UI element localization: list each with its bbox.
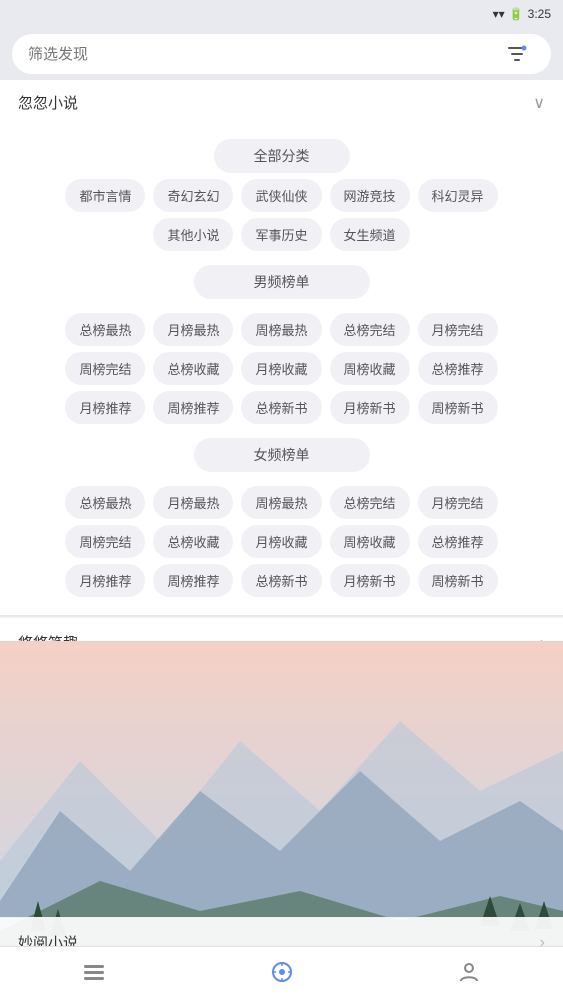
tag-m-zong-tj[interactable]: 总榜推荐 (418, 352, 498, 385)
filter-icon (506, 43, 528, 65)
section-item-lingmao[interactable]: 灵猫小说 › (0, 667, 563, 717)
section-item-title-bikan: 必看悦读 (18, 832, 78, 853)
female-tags-row-2: 周榜完结 总榜收藏 月榜收藏 周榜收藏 总榜推荐 (12, 525, 551, 558)
section-item-huasheng[interactable]: 花生小说 › (0, 767, 563, 817)
chevron-right-icon-bikan: › (540, 834, 545, 852)
main-tags-row-1: 都市言情 奇幻玄幻 武侠仙侠 网游竞技 科幻灵异 (12, 179, 551, 212)
tag-f-zong-re[interactable]: 总榜最热 (65, 486, 145, 519)
tag-kehuan[interactable]: 科幻灵异 (418, 179, 498, 212)
chevron-right-icon-lingmao: › (540, 684, 545, 702)
search-bar (12, 34, 551, 74)
tag-m-zong-xs[interactable]: 总榜新书 (241, 391, 321, 424)
all-category-row: 全部分类 (12, 139, 551, 173)
search-input[interactable] (28, 46, 491, 63)
chevron-right-icon-tao: › (540, 884, 545, 902)
expanded-section: 忽忽小说 ∨ 全部分类 都市言情 奇幻玄幻 武侠仙侠 网游竞技 科幻灵异 其他小… (0, 80, 563, 615)
section-item-title-tao: 淘小说 (18, 882, 63, 903)
chevron-right-icon-fanshu: › (540, 734, 545, 752)
tag-wangyou[interactable]: 网游竞技 (330, 179, 410, 212)
tag-f-zhou-sc[interactable]: 周榜收藏 (330, 525, 410, 558)
male-tags-row-3: 月榜推荐 周榜推荐 总榜新书 月榜新书 周榜新书 (12, 391, 551, 424)
male-tags-row-1: 总榜最热 月榜最热 周榜最热 总榜完结 月榜完结 (12, 313, 551, 346)
chevron-right-icon-miaoyue: › (540, 934, 545, 947)
tag-junshi[interactable]: 军事历史 (241, 218, 321, 251)
tag-wuxia[interactable]: 武侠仙侠 (241, 179, 321, 212)
section-item-title-miaoyue: 妙阅小说 (18, 932, 78, 946)
female-tags-row-1: 总榜最热 月榜最热 周榜最热 总榜完结 月榜完结 (12, 486, 551, 519)
time-display: 3:25 (528, 7, 551, 21)
section-item-title-fanshu: 番薯小说 (18, 732, 78, 753)
tag-f-zhou-xs[interactable]: 周榜新书 (418, 564, 498, 597)
male-section-label: 男频榜单 (194, 265, 370, 299)
tag-m-yue-wanj[interactable]: 月榜完结 (418, 313, 498, 346)
section-item-bikan[interactable]: 必看悦读 › (0, 817, 563, 867)
tag-m-zhou-sc[interactable]: 周榜收藏 (330, 352, 410, 385)
tag-dushi[interactable]: 都市言情 (65, 179, 145, 212)
nav-item-profile[interactable] (375, 947, 563, 1002)
tag-all-category[interactable]: 全部分类 (214, 139, 350, 173)
tags-container: 全部分类 都市言情 奇幻玄幻 武侠仙侠 网游竞技 科幻灵异 其他小说 军事历史 … (0, 125, 563, 615)
battery-icon: 🔋 (509, 7, 524, 21)
tag-f-zhou-tj[interactable]: 周榜推荐 (153, 564, 233, 597)
profile-icon (456, 959, 482, 991)
male-tags-row-2: 周榜完结 总榜收藏 月榜收藏 周榜收藏 总榜推荐 (12, 352, 551, 385)
discover-icon (269, 959, 295, 991)
bottom-nav (0, 946, 563, 1002)
male-section-wrapper: 男频榜单 (12, 257, 551, 307)
section-item-title-youyou: 悠悠笔趣 (18, 632, 78, 653)
chevron-down-icon: ∨ (533, 93, 545, 113)
female-section-wrapper: 女频榜单 (12, 430, 551, 480)
nav-item-shelf[interactable] (0, 947, 188, 1002)
tag-m-zong-wanj[interactable]: 总榜完结 (330, 313, 410, 346)
tag-m-zhou-tj[interactable]: 周榜推荐 (153, 391, 233, 424)
shelf-icon (81, 959, 107, 991)
tag-m-yue-sc[interactable]: 月榜收藏 (241, 352, 321, 385)
tag-m-yue-tj[interactable]: 月榜推荐 (65, 391, 145, 424)
tag-f-yue-re[interactable]: 月榜最热 (153, 486, 233, 519)
wifi-icon: ▾▾ (493, 7, 505, 21)
tag-f-zong-wanj[interactable]: 总榜完结 (330, 486, 410, 519)
filter-icon-button[interactable] (499, 36, 535, 72)
female-section-label: 女频榜单 (194, 438, 370, 472)
tag-m-zhou-re[interactable]: 周榜最热 (241, 313, 321, 346)
tag-f-yue-sc[interactable]: 月榜收藏 (241, 525, 321, 558)
tag-m-zong-sc[interactable]: 总榜收藏 (153, 352, 233, 385)
tag-m-zhou-wanj[interactable]: 周榜完结 (65, 352, 145, 385)
tag-f-yue-xs[interactable]: 月榜新书 (330, 564, 410, 597)
main-tags-row-2: 其他小说 军事历史 女生频道 (12, 218, 551, 251)
section-item-miaoyue[interactable]: 妙阅小说 › (0, 917, 563, 946)
section-item-youyou[interactable]: 悠悠笔趣 › (0, 617, 563, 667)
status-icons: ▾▾ 🔋 3:25 (493, 7, 551, 21)
section-item-tao[interactable]: 淘小说 › (0, 867, 563, 917)
main-content: 忽忽小说 ∨ 全部分类 都市言情 奇幻玄幻 武侠仙侠 网游竞技 科幻灵异 其他小… (0, 80, 563, 946)
nav-item-discover[interactable] (188, 947, 376, 1002)
section-title-huhu: 忽忽小说 (18, 92, 78, 113)
tag-qihuan[interactable]: 奇幻玄幻 (153, 179, 233, 212)
section-item-title-huasheng: 花生小说 (18, 782, 78, 803)
tag-f-zong-sc[interactable]: 总榜收藏 (153, 525, 233, 558)
tag-m-yue-re[interactable]: 月榜最热 (153, 313, 233, 346)
tag-m-yue-xs[interactable]: 月榜新书 (330, 391, 410, 424)
tag-m-zhou-xs[interactable]: 周榜新书 (418, 391, 498, 424)
tag-f-zhou-re[interactable]: 周榜最热 (241, 486, 321, 519)
tag-f-yue-tj[interactable]: 月榜推荐 (65, 564, 145, 597)
tag-f-zhou-wanj[interactable]: 周榜完结 (65, 525, 145, 558)
status-bar: ▾▾ 🔋 3:25 (0, 0, 563, 28)
tag-nvsheng[interactable]: 女生频道 (330, 218, 410, 251)
tag-f-zong-xs[interactable]: 总榜新书 (241, 564, 321, 597)
tag-f-yue-wanj[interactable]: 月榜完结 (418, 486, 498, 519)
section-item-fanshu[interactable]: 番薯小说 › (0, 717, 563, 767)
tag-m-zong-re[interactable]: 总榜最热 (65, 313, 145, 346)
female-tags-row-3: 月榜推荐 周榜推荐 总榜新书 月榜新书 周榜新书 (12, 564, 551, 597)
section-item-title-lingmao: 灵猫小说 (18, 682, 78, 703)
tag-qita[interactable]: 其他小说 (153, 218, 233, 251)
section-header-huhu[interactable]: 忽忽小说 ∨ (0, 80, 563, 125)
tag-f-zong-tj[interactable]: 总榜推荐 (418, 525, 498, 558)
chevron-right-icon-huasheng: › (540, 784, 545, 802)
chevron-right-icon-youyou: › (540, 634, 545, 652)
